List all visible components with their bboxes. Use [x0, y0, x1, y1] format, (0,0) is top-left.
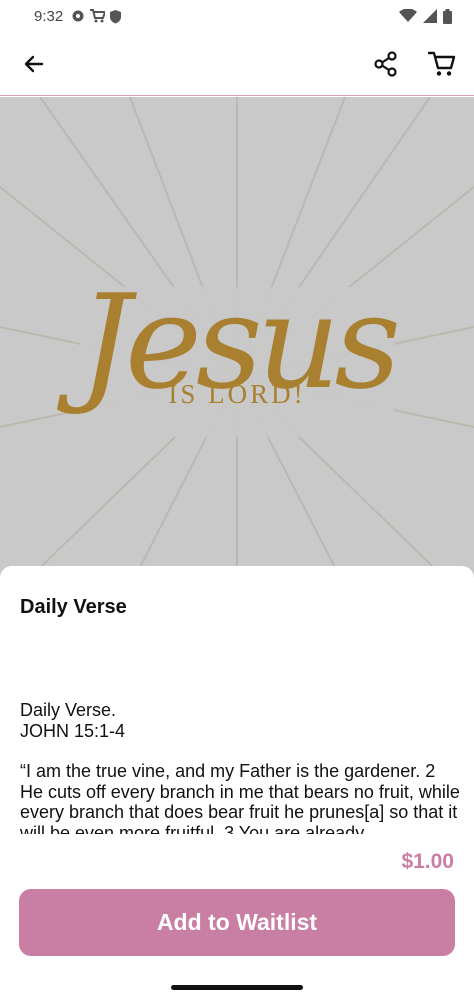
app-bar-actions — [370, 48, 458, 80]
cart-icon — [90, 9, 106, 23]
product-sheet: Daily Verse Daily Verse. JOHN 15:1-4 “I … — [0, 566, 474, 1000]
share-icon — [374, 50, 397, 77]
back-button[interactable] — [18, 48, 50, 80]
status-bar: 9:32 — [0, 0, 474, 32]
status-icons-left — [71, 9, 122, 24]
cart-button[interactable] — [426, 48, 458, 80]
shield-icon — [110, 9, 122, 23]
back-arrow-icon — [24, 55, 44, 72]
product-image: Jesus IS LORD! — [0, 97, 474, 587]
description-line: JOHN 15:1-4 — [20, 720, 126, 741]
signal-icon — [423, 9, 437, 23]
product-description: Daily Verse. JOHN 15:1-4 “I am the true … — [20, 700, 460, 834]
status-left: 9:32 — [34, 8, 122, 25]
home-indicator — [171, 985, 303, 990]
status-right — [399, 8, 452, 24]
description-intro: Daily Verse. JOHN 15:1-4 — [20, 700, 460, 741]
add-to-waitlist-button[interactable]: Add to Waitlist — [19, 889, 455, 956]
description-line: Daily Verse. — [20, 700, 117, 720]
hero-subtitle: IS LORD! — [168, 379, 306, 409]
status-time: 9:32 — [34, 7, 64, 25]
battery-icon — [443, 8, 452, 24]
product-title: Daily Verse — [20, 596, 127, 618]
wifi-icon — [399, 9, 417, 22]
price-label: $1.00 — [401, 850, 454, 873]
share-button[interactable] — [370, 48, 402, 80]
description-quote: “I am the true vine, and my Father is th… — [20, 761, 460, 834]
settings-icon — [72, 10, 84, 22]
app-bar — [0, 32, 474, 96]
cart-icon — [427, 51, 456, 76]
